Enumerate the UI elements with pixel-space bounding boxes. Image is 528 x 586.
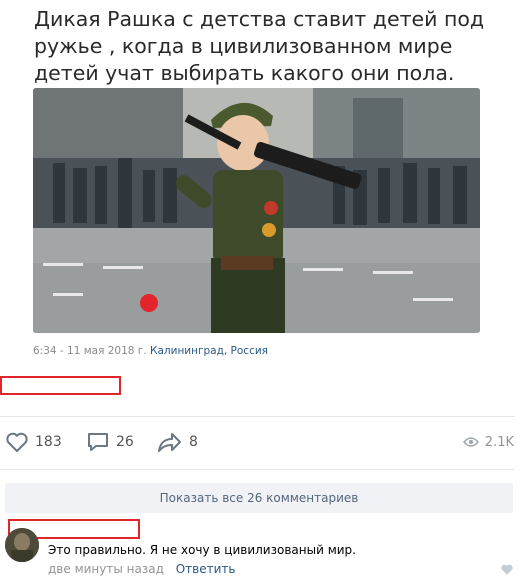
comment-like-button[interactable] [500, 561, 514, 580]
like-count: 183 [35, 434, 62, 450]
view-count: 2.1K [484, 434, 514, 450]
eye-icon [462, 437, 479, 447]
comment-button[interactable]: 26 [86, 428, 134, 456]
share-count: 8 [189, 434, 198, 450]
heart-icon [6, 432, 28, 452]
post-actions: 183 26 8 2.1K [0, 428, 528, 456]
comment-icon [88, 433, 108, 451]
post-meta: 6:34 - 11 мая 2018 г. Калининград, Росси… [33, 345, 268, 357]
share-icon [158, 433, 181, 452]
like-button[interactable]: 183 [5, 428, 62, 456]
post-location-link[interactable]: Калининград, Россия [150, 345, 268, 357]
views-counter: 2.1K [462, 428, 514, 456]
post-photo[interactable] [33, 88, 480, 333]
heart-icon [501, 564, 513, 575]
comment-count: 26 [116, 434, 134, 450]
show-all-comments-button[interactable]: Показать все 26 комментариев [5, 483, 513, 513]
divider [0, 416, 515, 417]
reply-link[interactable]: Ответить [176, 562, 236, 576]
comment-time[interactable]: две минуты назад [48, 562, 164, 576]
redacted-author-box [0, 376, 121, 395]
share-button[interactable]: 8 [157, 428, 198, 456]
comment-text: Это правильно. Я не хочу в цивилизованый… [48, 543, 356, 557]
commenter-avatar[interactable] [5, 528, 39, 562]
comment-meta: две минуты назад Ответить [48, 562, 235, 576]
post-date: 6:34 - 11 мая 2018 г. [33, 345, 147, 357]
avatar-image [5, 528, 39, 562]
post-text: Дикая Рашка с детства ставит детей под р… [34, 7, 485, 85]
divider [0, 469, 515, 470]
photo-illustration [33, 88, 480, 333]
